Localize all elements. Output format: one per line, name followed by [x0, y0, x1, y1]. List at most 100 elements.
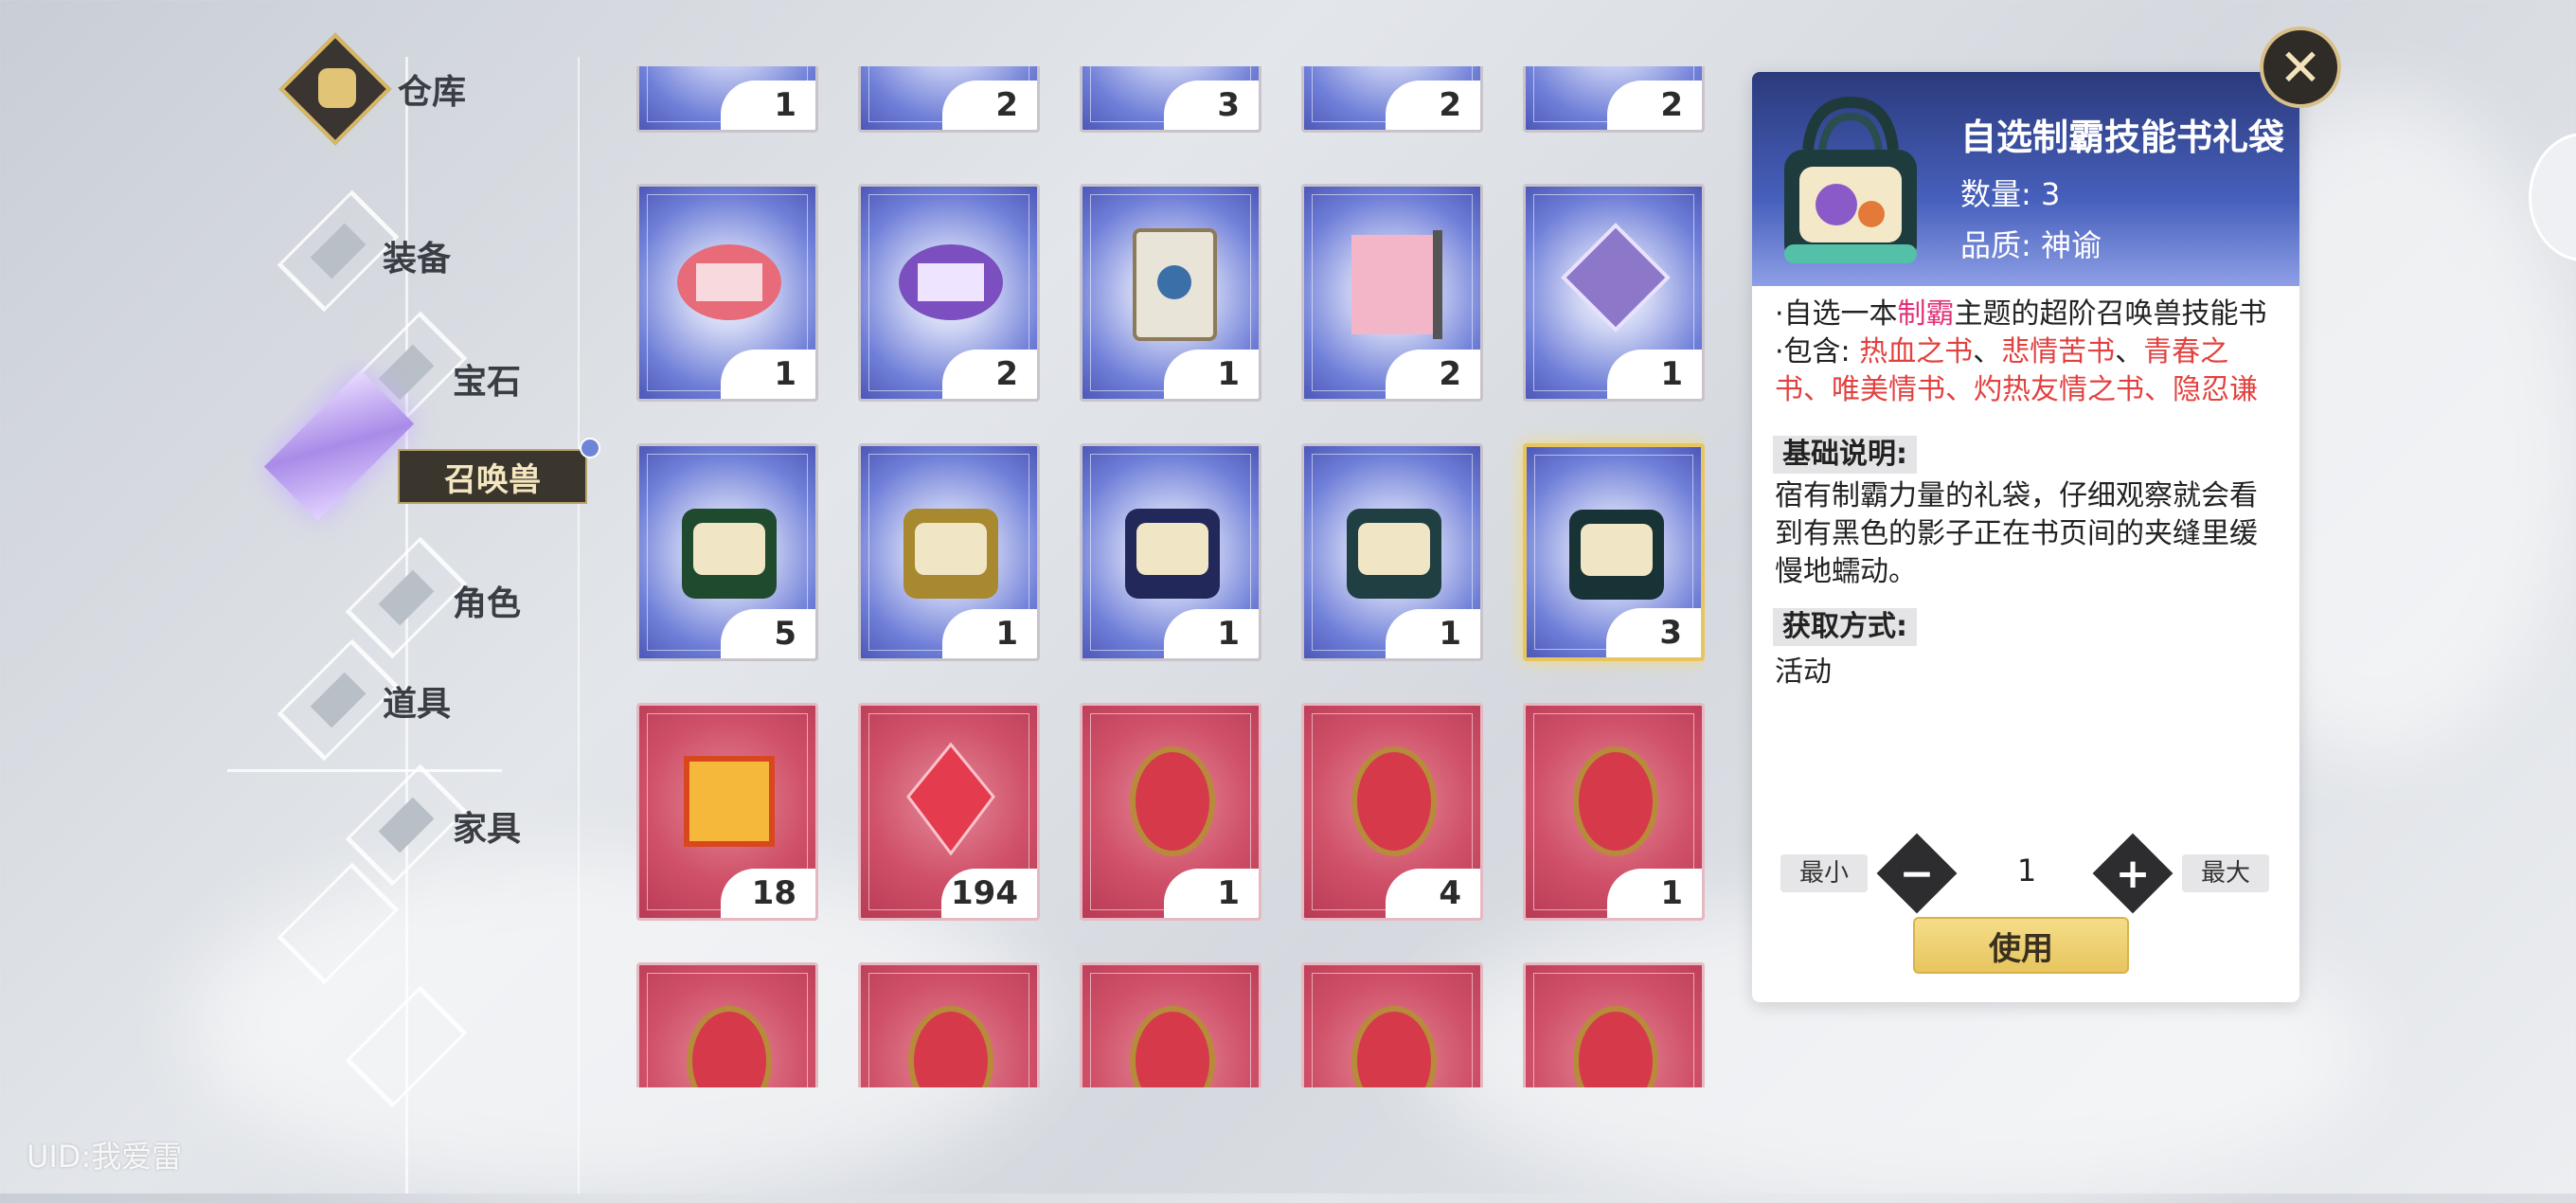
item-count: 2 — [942, 81, 1037, 130]
contains-item: 热血之书 — [1859, 335, 1974, 368]
scroll-purple-icon — [899, 244, 1003, 320]
sidebar-item-gem[interactable]: 宝石 — [453, 354, 521, 404]
inventory-slot[interactable]: 194 — [858, 703, 1040, 921]
item-count: 1 — [1164, 350, 1259, 399]
minus-icon: − — [1899, 849, 1935, 898]
contains-item: 、唯美情书、灼热友情之书、隐忍谦 — [1803, 373, 2258, 406]
item-count: 1 — [721, 81, 815, 130]
item-count: 1 — [721, 350, 815, 399]
notice-dot — [580, 438, 600, 458]
red-gem-icon — [1130, 1006, 1215, 1087]
item-count: 1 — [942, 609, 1037, 658]
bag-dark-icon — [1569, 510, 1664, 600]
red-gem-icon — [1130, 746, 1215, 856]
inventory-slot[interactable] — [858, 962, 1040, 1087]
item-count: 18 — [721, 869, 815, 918]
use-button[interactable]: 使用 — [1913, 917, 2129, 974]
inventory-slot[interactable]: 2 — [1523, 66, 1705, 133]
item-count: 4 — [1386, 869, 1480, 918]
item-detail-panel: 自选制霸技能书礼袋 数量: 3 品质: 神谕 ·自选一本制霸主题的超阶召唤兽技能… — [1752, 72, 2299, 1002]
inventory-slot[interactable]: 1 — [1523, 703, 1705, 921]
item-count: 1 — [1607, 350, 1702, 399]
plus-icon: + — [2115, 849, 2151, 898]
red-gem-icon — [1351, 746, 1437, 856]
parchment-icon — [1351, 230, 1442, 339]
item-count: 1 — [1607, 869, 1702, 918]
basic-info-header: 基础说明: — [1773, 436, 1917, 474]
source-text: 活动 — [1775, 655, 1832, 689]
item-quality: 品质: 神谕 — [1960, 227, 2102, 263]
category-diamond — [345, 985, 468, 1108]
book-icon — [1133, 228, 1217, 341]
item-count: 5 — [721, 609, 815, 658]
source-header: 获取方式: — [1773, 608, 1917, 646]
item-title: 自选制霸技能书礼袋 — [1960, 117, 2285, 158]
gift-bag-icon — [1784, 96, 1917, 263]
desc-highlight: 制霸 — [1897, 297, 1955, 331]
quantity-stepper: 最小 − 1 + 最大 — [1780, 833, 2273, 914]
warehouse-label[interactable]: 仓库 — [398, 64, 466, 114]
inventory-slot[interactable]: 5 — [636, 443, 818, 661]
red-gem-icon — [1573, 1006, 1658, 1087]
inventory-slot[interactable]: 1 — [1301, 443, 1483, 661]
scroll-red-icon — [677, 244, 781, 320]
inventory-slot[interactable]: 1 — [636, 184, 818, 402]
item-quantity: 数量: 3 — [1960, 176, 2061, 212]
inventory-slot[interactable]: 18 — [636, 703, 818, 921]
sidebar-item-equipment[interactable]: 装备 — [383, 231, 451, 280]
item-count: 2 — [1386, 81, 1480, 130]
uid-label: UID:我爱雷 — [27, 1139, 183, 1175]
min-button[interactable]: 最小 — [1780, 854, 1869, 892]
item-count: 2 — [1386, 350, 1480, 399]
item-count: 2 — [1607, 81, 1702, 130]
inventory-slot[interactable]: 2 — [858, 66, 1040, 133]
sidebar-item-summon-beast[interactable]: 召唤兽 — [398, 449, 587, 504]
bag-green-icon — [682, 509, 777, 599]
red-gem-icon — [908, 1006, 993, 1087]
inventory-slot[interactable]: 2 — [858, 184, 1040, 402]
inventory-slot[interactable] — [1523, 962, 1705, 1087]
inventory-slot[interactable] — [636, 962, 818, 1087]
inventory-slot[interactable] — [1080, 962, 1261, 1087]
inventory-slot[interactable]: 3 — [1523, 443, 1705, 661]
bag-teal-icon — [1347, 509, 1441, 599]
inventory-slot[interactable]: 1 — [1080, 443, 1261, 661]
item-description: ·自选一本制霸主题的超阶召唤兽技能书 ·包含: 热血之书、悲情苦书、青春之书、唯… — [1775, 296, 2282, 409]
inventory-slot[interactable]: 2 — [1301, 184, 1483, 402]
sidebar-divider — [578, 57, 580, 1194]
inventory-slot[interactable] — [1301, 962, 1483, 1087]
desc-text: ·自选一本 — [1775, 297, 1898, 331]
contains-item: 悲情苦书 — [2001, 335, 2116, 368]
category-sidebar: 仓库 装备 宝石 召唤兽 角色 道具 家具 UID:我爱雷 — [0, 0, 600, 1194]
inventory-slot[interactable]: 1 — [636, 66, 818, 133]
desc-text: 主题的超阶召唤兽技能书 — [1954, 297, 2267, 331]
inventory-slot[interactable]: 1 — [1080, 703, 1261, 921]
separator: 、 — [1973, 335, 2002, 368]
backpack-icon — [318, 68, 356, 108]
inventory-slot[interactable]: 2 — [1301, 66, 1483, 133]
item-count: 1 — [1164, 609, 1259, 658]
red-gem-icon — [1573, 746, 1658, 856]
red-gem-icon — [1351, 1006, 1437, 1087]
close-icon[interactable]: ✕ — [2260, 27, 2341, 108]
sidebar-item-character[interactable]: 角色 — [453, 576, 521, 625]
max-button[interactable]: 最大 — [2182, 854, 2270, 892]
bag-navy-icon — [1125, 509, 1220, 599]
inventory-slot[interactable]: 3 — [1080, 66, 1261, 133]
item-count: 2 — [942, 350, 1037, 399]
item-count: 3 — [1164, 81, 1259, 130]
red-gem-icon — [687, 1006, 772, 1087]
inventory-slot[interactable]: 4 — [1301, 703, 1483, 921]
item-count: 3 — [1606, 608, 1701, 657]
cube-icon — [1561, 223, 1671, 332]
sidebar-item-furniture[interactable]: 家具 — [453, 801, 521, 851]
basic-info-text: 宿有制霸力量的礼袋，仔细观察就会看到有黑色的影子正在书页间的夹缝里缓慢地蠕动。 — [1775, 479, 2258, 588]
sidebar-item-props[interactable]: 道具 — [383, 676, 451, 726]
contains-label: ·包含: — [1775, 335, 1860, 368]
inventory-slot[interactable]: 1 — [858, 443, 1040, 661]
inventory-slot[interactable]: 1 — [1523, 184, 1705, 402]
inventory-slot[interactable]: 1 — [1080, 184, 1261, 402]
quantity-value[interactable]: 1 — [1989, 853, 2065, 889]
inventory-grid[interactable]: 1 2 3 2 2 1 2 1 2 1 5 1 1 1 3 18 194 1 4 1 — [625, 66, 1705, 1087]
sidebar-divider — [227, 769, 502, 772]
